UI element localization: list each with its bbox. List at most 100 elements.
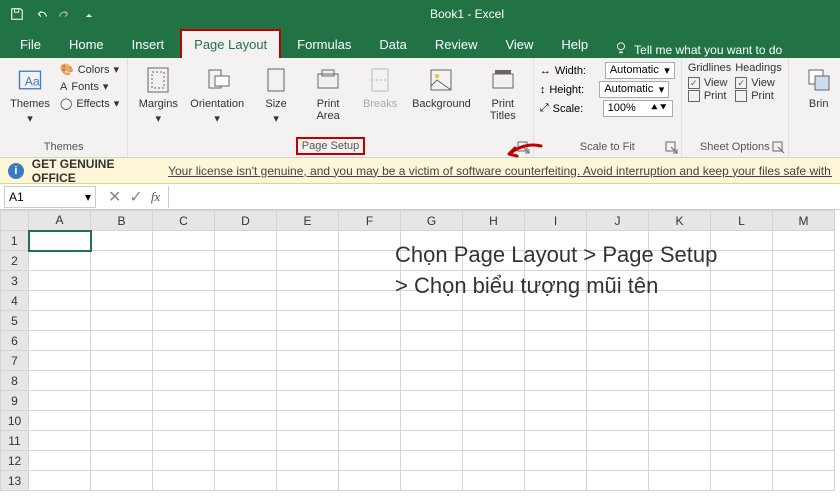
cell[interactable] — [649, 371, 711, 391]
column-header[interactable]: I — [525, 211, 587, 231]
cell[interactable] — [91, 431, 153, 451]
cell[interactable] — [525, 411, 587, 431]
cell[interactable] — [463, 471, 525, 491]
cell[interactable] — [215, 351, 277, 371]
row-header[interactable]: 2 — [1, 251, 29, 271]
select-all-corner[interactable] — [1, 211, 29, 231]
cell[interactable] — [153, 431, 215, 451]
cell[interactable] — [29, 231, 91, 251]
cell[interactable] — [339, 251, 401, 271]
cell[interactable] — [91, 471, 153, 491]
scale-control[interactable]: ⤢Scale:100%⯅⯆ — [540, 100, 675, 117]
cell[interactable] — [711, 251, 773, 271]
cell[interactable] — [215, 411, 277, 431]
cell[interactable] — [29, 471, 91, 491]
row-header[interactable]: 3 — [1, 271, 29, 291]
cell[interactable] — [29, 351, 91, 371]
cell[interactable] — [649, 311, 711, 331]
cell[interactable] — [773, 251, 835, 271]
cell[interactable] — [29, 311, 91, 331]
tab-help[interactable]: Help — [549, 31, 600, 58]
cell[interactable] — [711, 231, 773, 251]
cell[interactable] — [587, 431, 649, 451]
cell[interactable] — [649, 331, 711, 351]
cell[interactable] — [339, 371, 401, 391]
cell[interactable] — [525, 331, 587, 351]
cell[interactable] — [773, 411, 835, 431]
row-header[interactable]: 13 — [1, 471, 29, 491]
cell[interactable] — [587, 471, 649, 491]
row-header[interactable]: 6 — [1, 331, 29, 351]
column-header[interactable]: D — [215, 211, 277, 231]
cell[interactable] — [773, 431, 835, 451]
cell[interactable] — [463, 391, 525, 411]
column-header[interactable]: F — [339, 211, 401, 231]
cell[interactable] — [153, 271, 215, 291]
cell[interactable] — [29, 291, 91, 311]
cell[interactable] — [711, 271, 773, 291]
cell[interactable] — [401, 431, 463, 451]
background-button[interactable]: Background — [408, 62, 475, 112]
cell[interactable] — [525, 431, 587, 451]
cell[interactable] — [773, 231, 835, 251]
cell[interactable] — [339, 331, 401, 351]
column-header[interactable]: J — [587, 211, 649, 231]
cell[interactable] — [153, 391, 215, 411]
cell[interactable] — [153, 231, 215, 251]
cell[interactable] — [215, 471, 277, 491]
cell[interactable] — [339, 311, 401, 331]
column-header[interactable]: M — [773, 211, 835, 231]
cell[interactable] — [91, 291, 153, 311]
cell[interactable] — [339, 471, 401, 491]
cell[interactable] — [711, 351, 773, 371]
print-titles-button[interactable]: Print Titles — [479, 62, 527, 124]
cell[interactable] — [29, 331, 91, 351]
cell[interactable] — [91, 251, 153, 271]
cell[interactable] — [277, 391, 339, 411]
enter-formula-icon[interactable]: ✓ — [129, 187, 142, 207]
cell[interactable] — [339, 231, 401, 251]
cell[interactable] — [153, 411, 215, 431]
margins-button[interactable]: Margins▾ — [134, 62, 182, 127]
cell[interactable] — [401, 391, 463, 411]
cell[interactable] — [711, 471, 773, 491]
cell[interactable] — [773, 331, 835, 351]
cell[interactable] — [773, 391, 835, 411]
colors-button[interactable]: 🎨Colors▾ — [58, 62, 121, 77]
cell[interactable] — [215, 331, 277, 351]
cell[interactable] — [277, 311, 339, 331]
cell[interactable] — [463, 331, 525, 351]
cell[interactable] — [401, 451, 463, 471]
print-area-button[interactable]: Print Area — [304, 62, 352, 124]
cell[interactable] — [401, 371, 463, 391]
size-button[interactable]: Size▾ — [252, 62, 300, 127]
cancel-formula-icon[interactable]: ✕ — [108, 187, 121, 207]
cell[interactable] — [277, 331, 339, 351]
cell[interactable] — [91, 231, 153, 251]
cell[interactable] — [277, 291, 339, 311]
cell[interactable] — [91, 411, 153, 431]
cell[interactable] — [463, 411, 525, 431]
cell[interactable] — [649, 431, 711, 451]
cell[interactable] — [153, 291, 215, 311]
fonts-button[interactable]: AFonts▾ — [58, 79, 121, 94]
cell[interactable] — [773, 351, 835, 371]
row-header[interactable]: 8 — [1, 371, 29, 391]
cell[interactable] — [153, 351, 215, 371]
scale-launcher-icon[interactable] — [665, 141, 679, 155]
fx-icon[interactable]: fx — [151, 189, 160, 205]
notice-message[interactable]: Your license isn't genuine, and you may … — [168, 164, 832, 178]
tab-view[interactable]: View — [493, 31, 545, 58]
cell[interactable] — [711, 451, 773, 471]
cell[interactable] — [711, 331, 773, 351]
cell[interactable] — [773, 271, 835, 291]
cell[interactable] — [525, 351, 587, 371]
column-header[interactable]: L — [711, 211, 773, 231]
column-header[interactable]: G — [401, 211, 463, 231]
tab-home[interactable]: Home — [57, 31, 116, 58]
cell[interactable] — [215, 271, 277, 291]
sheet-launcher-icon[interactable] — [772, 141, 786, 155]
cell[interactable] — [711, 371, 773, 391]
cell[interactable] — [463, 311, 525, 331]
cell[interactable] — [91, 331, 153, 351]
